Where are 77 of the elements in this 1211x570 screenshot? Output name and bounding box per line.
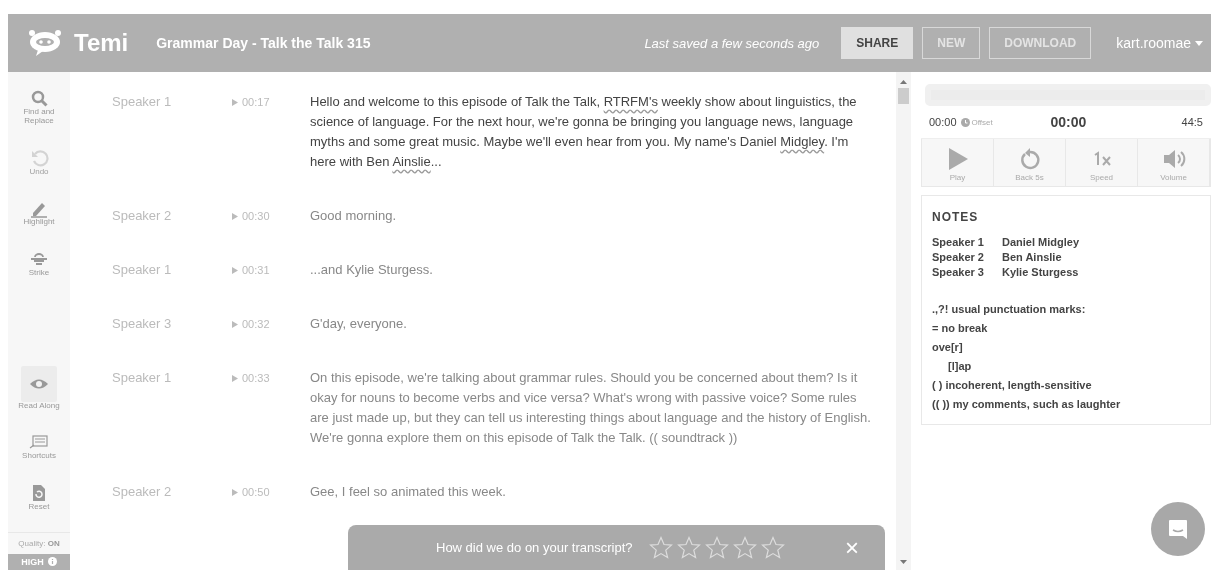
note-speaker: Speaker 1 bbox=[932, 236, 985, 248]
play-icon bbox=[232, 488, 238, 496]
timestamp-link[interactable]: 00:33 bbox=[232, 368, 310, 388]
transcript-text[interactable]: On this episode, we're talking about grammar rules. Should you be concerned about them? Is it okay for nouns to become verbs and vice versa? What's wrong with passive voice? Some rules are just made up, but they can tell us interesting things about language and the history of English. We're gonna explore them on this episode of Talk the Talk. (( soundtrack )) bbox=[310, 368, 875, 448]
transcript-text[interactable]: Gee, I feel so animated this week. bbox=[310, 482, 875, 502]
speaker-label[interactable]: Speaker 1 bbox=[70, 260, 232, 280]
note-speaker-name: Daniel Midgley bbox=[1002, 236, 1081, 248]
eye-icon bbox=[21, 365, 57, 402]
rating-question: How did we do on your transcript? bbox=[436, 540, 633, 555]
save-status: Last saved a few seconds ago bbox=[644, 35, 820, 51]
caret-icon bbox=[1195, 40, 1203, 46]
timestamp-link[interactable]: 00:30 bbox=[232, 206, 310, 226]
timestamp-link[interactable]: 00:50 bbox=[232, 482, 310, 502]
search-icon bbox=[29, 88, 49, 108]
rewind-icon bbox=[1018, 147, 1041, 171]
reset-tool[interactable]: Reset bbox=[11, 481, 67, 514]
volume-icon bbox=[1161, 147, 1186, 171]
play-icon bbox=[232, 212, 238, 220]
speaker-label[interactable]: Speaker 2 bbox=[70, 206, 232, 226]
play-icon bbox=[946, 147, 969, 171]
quality-label: Quality: ON bbox=[8, 531, 70, 554]
clock-icon bbox=[960, 117, 970, 127]
document-title: Grammar Day - Talk the Talk 315 bbox=[156, 35, 372, 51]
close-button[interactable]: × bbox=[839, 532, 865, 563]
note-speaker-name: Kylie Sturgess bbox=[1002, 266, 1080, 278]
find-and-replace-tool[interactable]: Find and Replace bbox=[11, 86, 67, 128]
back-5s-button[interactable]: Back 5s bbox=[994, 139, 1066, 186]
speaker-label[interactable]: Speaker 1 bbox=[70, 92, 232, 172]
note-speaker: Speaker 3 bbox=[932, 266, 985, 278]
chat-icon bbox=[1167, 518, 1189, 540]
volume-button[interactable]: Volume bbox=[1138, 139, 1210, 186]
note-line: ove[r] bbox=[932, 341, 963, 353]
note-line: ( ) incoherent, length-sensitive bbox=[932, 379, 1092, 391]
speaker-label[interactable]: Speaker 2 bbox=[70, 482, 232, 502]
speaker-label[interactable]: Speaker 3 bbox=[70, 314, 232, 334]
share-button[interactable]: SHARE bbox=[841, 27, 914, 59]
info-icon bbox=[47, 557, 57, 567]
read-along-tool[interactable]: Read Along bbox=[11, 363, 67, 413]
star-icon[interactable] bbox=[676, 535, 701, 560]
brand-name: Temi bbox=[74, 29, 129, 57]
highlight-tool[interactable]: Highlight bbox=[11, 196, 67, 230]
undo-icon bbox=[29, 147, 49, 168]
star-icon[interactable] bbox=[704, 535, 729, 560]
timestamp-link[interactable]: 00:31 bbox=[232, 260, 310, 280]
offset-button[interactable]: Offset bbox=[960, 117, 1051, 127]
robot-logo-icon bbox=[28, 29, 62, 57]
timestamp-link[interactable]: 00:32 bbox=[232, 314, 310, 334]
star-icon[interactable] bbox=[648, 535, 673, 560]
note-line: .,?! usual punctuation marks: bbox=[932, 303, 1086, 315]
speaker-label[interactable]: Speaker 1 bbox=[70, 368, 232, 448]
notes-title: NOTES bbox=[932, 210, 980, 224]
shortcuts-tool[interactable]: Shortcuts bbox=[11, 430, 67, 464]
transcript-text[interactable]: Good morning. bbox=[310, 206, 875, 226]
note-line: [l]ap bbox=[948, 360, 972, 372]
note-line: = no break bbox=[932, 322, 988, 334]
transcript-text[interactable]: G'day, everyone. bbox=[310, 314, 875, 334]
speed-button[interactable]: Speed bbox=[1066, 139, 1138, 186]
offset-time: 00:00 bbox=[929, 116, 957, 128]
duration-time: 44:5 bbox=[1181, 116, 1203, 128]
strike-tool[interactable]: Strike bbox=[11, 247, 67, 280]
star-icon[interactable] bbox=[732, 535, 757, 560]
transcript-text[interactable]: ...and Kylie Sturgess. bbox=[310, 260, 875, 280]
play-button[interactable]: Play bbox=[922, 139, 994, 186]
quality-badge[interactable]: HIGH bbox=[8, 553, 70, 570]
user-menu[interactable]: kart.roomae bbox=[1116, 35, 1203, 51]
play-icon bbox=[232, 98, 238, 106]
timestamp-link[interactable]: 00:17 bbox=[232, 92, 310, 112]
play-icon bbox=[232, 320, 238, 328]
play-icon bbox=[232, 266, 238, 274]
note-speaker-name: Ben Ainslie bbox=[1002, 251, 1063, 263]
play-icon bbox=[232, 374, 238, 382]
transcript-text[interactable]: Hello and welcome to this episode of Talk the Talk, RTRFM's weekly show about linguistics, the science of language. For the next hour, we're gonna be bringing you language news, language myths and some great music. Maybe we'll even hear from you. My name's Daniel Midgley. I'm here with Ben Ainslie... bbox=[310, 92, 875, 172]
chat-launcher[interactable] bbox=[1151, 502, 1205, 556]
current-time: 00:00 bbox=[1050, 114, 1088, 130]
note-speaker: Speaker 2 bbox=[932, 251, 985, 263]
note-line: (( )) my comments, such as laughter bbox=[932, 398, 1121, 410]
star-icon[interactable] bbox=[760, 535, 785, 560]
